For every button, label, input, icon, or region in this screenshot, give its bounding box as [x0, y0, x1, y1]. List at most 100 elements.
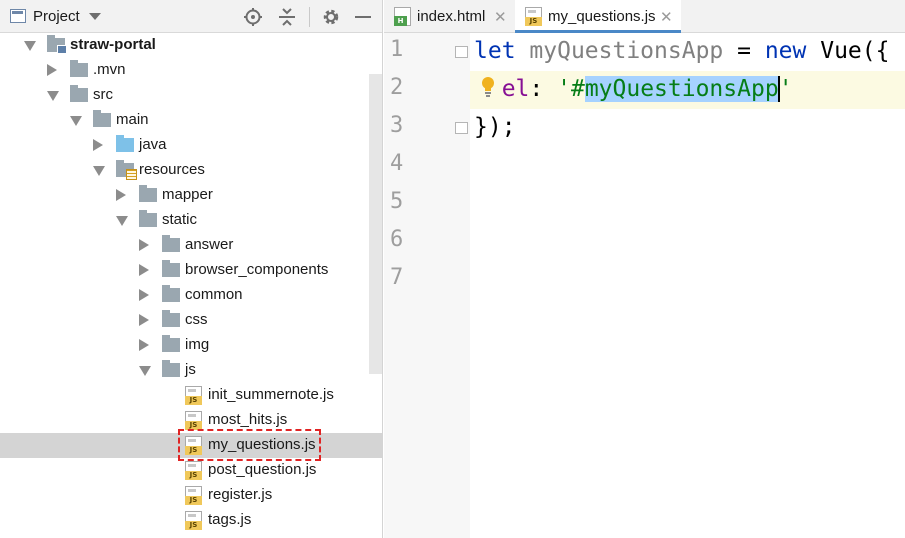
property-name: el — [501, 76, 530, 102]
folder-icon — [70, 60, 88, 77]
tree-item-label: straw-portal — [70, 36, 156, 53]
editor-pane: H index.html ✕ JS my_questions.js ✕ 1 2 … — [384, 0, 905, 538]
line-number: 5 — [390, 189, 404, 214]
project-view-selector[interactable]: Project — [33, 8, 80, 25]
expand-arrow-down-icon[interactable] — [47, 91, 59, 101]
minimize-icon[interactable] — [353, 7, 373, 27]
chevron-down-icon[interactable] — [89, 13, 101, 20]
tree-folder-item[interactable]: .mvn — [0, 58, 382, 83]
project-panel: Project straw-portal .mvn src main java resou… — [0, 0, 383, 538]
js-file-icon: JS — [185, 461, 202, 480]
keyword: let — [474, 38, 516, 64]
code-area[interactable]: let myQuestionsApp = new Vue({ el: '#myQ… — [470, 33, 905, 538]
expand-arrow-right-icon[interactable] — [139, 289, 149, 301]
lightbulb-icon[interactable] — [480, 76, 496, 98]
expand-arrow-right-icon[interactable] — [93, 139, 103, 151]
js-file-icon: JS — [185, 436, 202, 455]
tree-item-label: most_hits.js — [208, 411, 288, 428]
operator: = — [723, 38, 765, 64]
tree-folder-item[interactable]: static — [0, 208, 382, 233]
tree-item-label: js — [185, 361, 196, 378]
tree-folder-item[interactable]: resources — [0, 158, 382, 183]
tree-item-label: java — [139, 136, 167, 153]
tree-item-label: my_questions.js — [208, 436, 316, 453]
line-number: 4 — [390, 151, 404, 176]
tree-item-label: mapper — [162, 186, 213, 203]
tree-item-label: static — [162, 211, 198, 228]
line-number-gutter: 1 2 3 4 5 6 7 — [384, 33, 470, 538]
expand-arrow-down-icon[interactable] — [24, 41, 36, 51]
tree-folder-item[interactable]: straw-portal — [0, 33, 382, 58]
tree-folder-item[interactable]: common — [0, 283, 382, 308]
folder-icon — [162, 335, 180, 352]
gear-icon[interactable] — [321, 7, 341, 27]
expand-arrow-right-icon[interactable] — [139, 239, 149, 251]
close-icon[interactable]: ✕ — [660, 8, 673, 26]
folder-icon — [139, 210, 157, 227]
project-window-icon — [10, 9, 26, 23]
tab-index-html[interactable]: H index.html ✕ — [384, 0, 514, 33]
tree-item-label: .mvn — [93, 61, 126, 78]
expand-arrow-down-icon[interactable] — [70, 116, 82, 126]
close-icon[interactable]: ✕ — [494, 8, 507, 26]
expand-arrow-down-icon[interactable] — [93, 166, 105, 176]
tree-file-item[interactable]: JS init_summernote.js — [0, 383, 382, 408]
tree-folder-item[interactable]: js — [0, 358, 382, 383]
tree-folder-item[interactable]: src — [0, 83, 382, 108]
tree-file-item[interactable]: JS post_question.js — [0, 458, 382, 483]
code-text: Vue({ — [806, 38, 890, 64]
tree-folder-item[interactable]: mapper — [0, 183, 382, 208]
expand-arrow-right-icon[interactable] — [139, 264, 149, 276]
line-number: 7 — [390, 265, 404, 290]
expand-arrow-right-icon[interactable] — [116, 189, 126, 201]
expand-arrow-right-icon[interactable] — [139, 339, 149, 351]
tab-label: my_questions.js — [548, 8, 656, 25]
code-line-2: el: '#myQuestionsApp' — [474, 76, 793, 102]
tree-folder-item[interactable]: img — [0, 333, 382, 358]
tree-file-item[interactable]: JS my_questions.js — [0, 433, 382, 458]
tree-folder-item[interactable]: java — [0, 133, 382, 158]
code-text: }); — [474, 114, 516, 140]
tab-my-questions-js[interactable]: JS my_questions.js ✕ — [515, 0, 681, 33]
expand-arrow-right-icon[interactable] — [47, 64, 57, 76]
tree-file-item[interactable]: JS most_hits.js — [0, 408, 382, 433]
tree-folder-item[interactable]: browser_components — [0, 258, 382, 283]
tree-folder-item[interactable]: css — [0, 308, 382, 333]
tree-item-label: img — [185, 336, 210, 353]
js-file-icon: JS — [185, 511, 202, 530]
tree-item-label: src — [93, 86, 113, 103]
tab-label: index.html — [417, 8, 486, 25]
fold-end-icon[interactable] — [455, 122, 468, 134]
line-number: 3 — [390, 113, 404, 138]
scrollbar-thumb[interactable] — [369, 74, 382, 374]
tree-item-label: resources — [139, 161, 205, 178]
folder-icon — [162, 360, 180, 377]
project-tree: straw-portal .mvn src main java resources mapp… — [0, 33, 382, 538]
project-panel-header: Project — [0, 0, 382, 33]
folder-icon — [162, 285, 180, 302]
string-literal: ' — [778, 76, 793, 102]
string-literal: '# — [557, 76, 585, 102]
tree-file-item[interactable]: JS register.js — [0, 483, 382, 508]
expand-arrow-down-icon[interactable] — [139, 366, 151, 376]
tree-file-item[interactable]: JS tags.js — [0, 508, 382, 533]
locate-file-icon[interactable] — [243, 7, 263, 27]
js-file-icon: JS — [185, 486, 202, 505]
expand-arrow-right-icon[interactable] — [139, 314, 149, 326]
collapse-all-icon[interactable] — [277, 7, 297, 27]
tree-folder-item[interactable]: main — [0, 108, 382, 133]
folder-icon — [139, 185, 157, 202]
tree-item-label: common — [185, 286, 243, 303]
expand-arrow-down-icon[interactable] — [116, 216, 128, 226]
fold-start-icon[interactable] — [455, 46, 468, 58]
tree-item-label: post_question.js — [208, 461, 317, 478]
header-divider — [309, 7, 310, 27]
keyword: new — [764, 38, 807, 64]
tree-item-label: init_summernote.js — [208, 386, 334, 403]
tree-folder-item[interactable]: answer — [0, 233, 382, 258]
folder-icon — [70, 85, 88, 102]
code-line-1: let myQuestionsApp = new Vue({ — [474, 38, 889, 64]
js-file-icon: JS — [185, 386, 202, 405]
source-folder-icon — [116, 135, 134, 152]
tree-item-label: css — [185, 311, 208, 328]
